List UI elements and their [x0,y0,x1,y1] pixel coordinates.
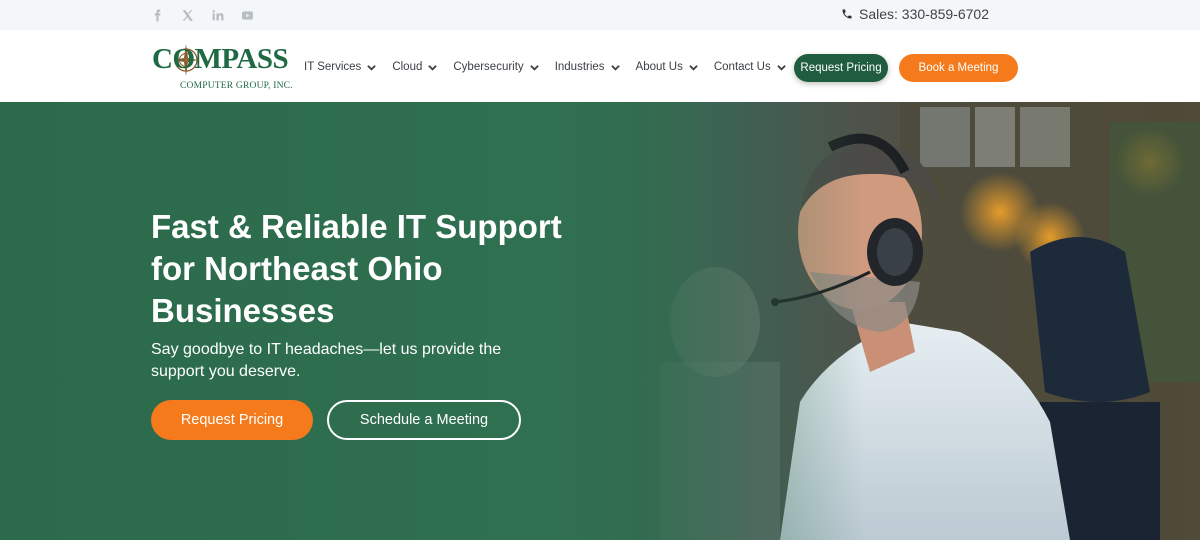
chevron-down-icon [529,64,539,71]
compass-logo[interactable]: COMPASS COMPUTER GROUP, INC. [152,44,293,92]
hero-subtitle: Say goodbye to IT headaches—let us provi… [151,341,502,380]
nav-item-label: Industries [554,61,605,73]
sales-phone[interactable]: Sales: 330-859-6702 [841,6,989,22]
sales-label: Sales: 330-859-6702 [859,6,989,22]
youtube-icon[interactable] [239,7,255,23]
book-meeting-button[interactable]: Book a Meeting [899,54,1018,82]
nav-item-label: Contact Us [713,61,771,73]
logo-wordmark: COMPASS [152,43,289,75]
nav-item-it-services[interactable]: IT Services [304,61,377,73]
nav-item-cloud[interactable]: Cloud [392,61,438,73]
chevron-down-icon [428,64,438,71]
nav-item-cybersecurity[interactable]: Cybersecurity [453,61,539,73]
x-icon[interactable] [179,7,195,23]
facebook-icon[interactable] [149,7,165,23]
nav-item-industries[interactable]: Industries [555,61,620,73]
hero-request-pricing-button[interactable]: Request Pricing [151,400,313,440]
site-header: COMPASS COMPUTER GROUP, INC. IT Services… [0,30,1200,102]
nav-item-contact-us[interactable]: Contact Us [714,61,786,73]
nav-item-label: Cybersecurity [453,61,524,73]
top-bar: Sales: 330-859-6702 [0,0,1200,30]
chevron-down-icon [367,64,377,71]
nav-item-label: About Us [635,61,683,73]
chevron-down-icon [777,64,786,71]
main-nav: IT Services Cloud Cybersecurity Industri… [304,61,802,73]
linkedin-icon[interactable] [209,7,225,23]
logo-subtitle: COMPUTER GROUP, INC. [180,81,293,91]
hero-schedule-meeting-button[interactable]: Schedule a Meeting [327,400,521,440]
hero-section: Fast & Reliable IT Support for Northeast… [0,102,1200,540]
chevron-down-icon [689,64,698,71]
nav-item-label: Cloud [392,61,423,73]
phone-icon [842,9,852,19]
nav-item-label: IT Services [304,61,362,73]
chevron-down-icon [610,64,620,71]
nav-item-about-us[interactable]: About Us [636,61,698,73]
hero-title: Fast & Reliable IT Support for Northeast… [151,208,562,329]
request-pricing-button[interactable]: Request Pricing [794,54,888,82]
